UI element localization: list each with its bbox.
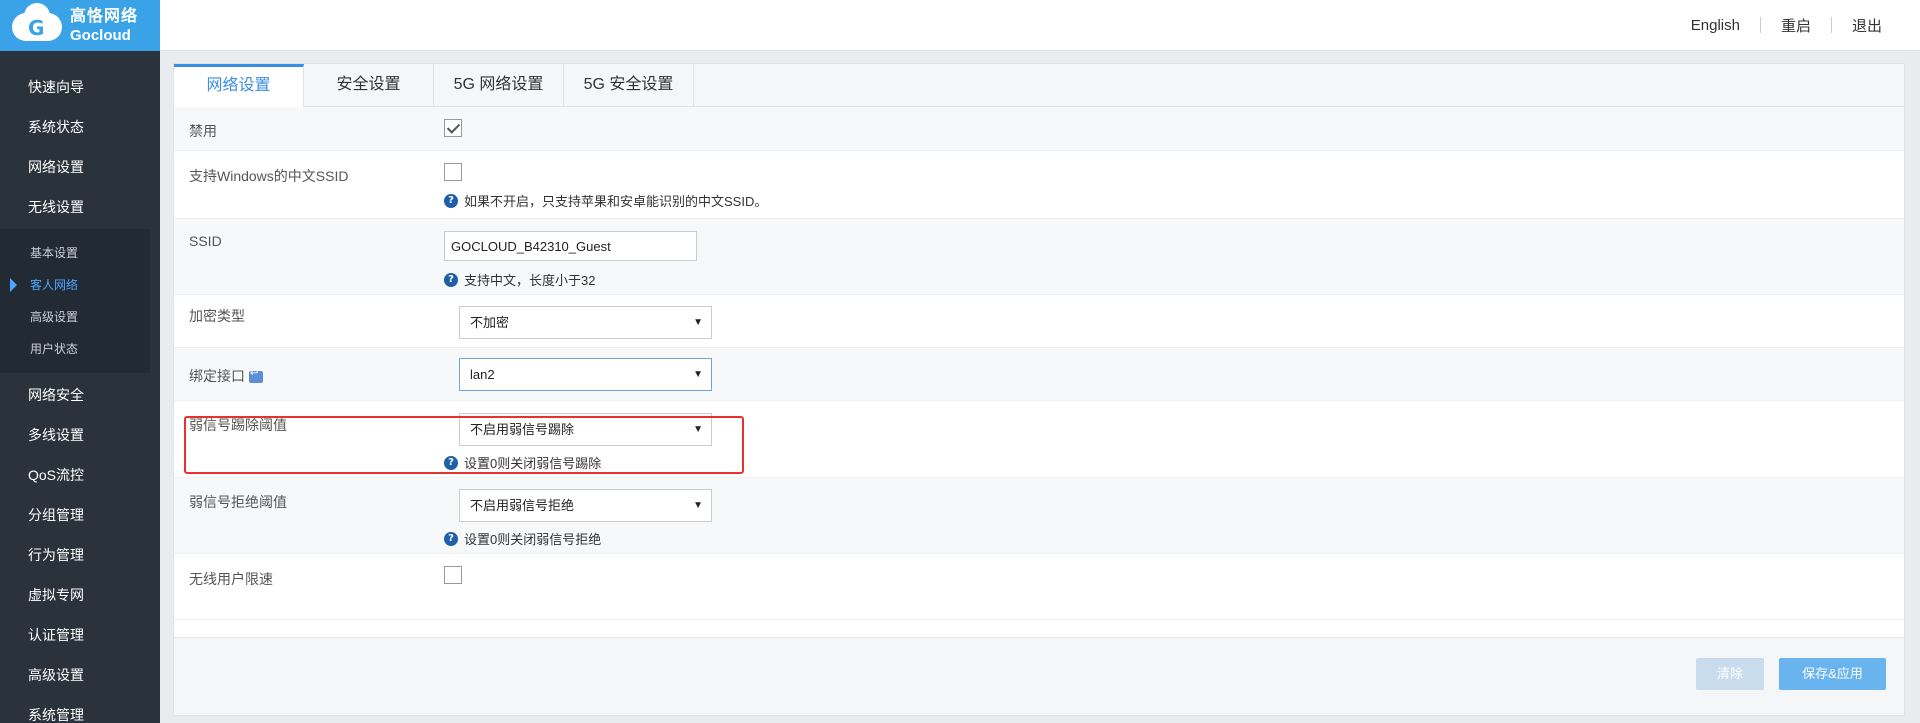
nav-item-quick-wizard[interactable]: 快速向导: [0, 67, 160, 107]
nav-item-auth-management[interactable]: 认证管理: [0, 615, 160, 655]
rate-limit-label: 无线用户限速: [189, 571, 273, 587]
clear-button[interactable]: 清除: [1696, 658, 1764, 690]
nav-item-behavior-management[interactable]: 行为管理: [0, 535, 160, 575]
ssid-input[interactable]: [444, 231, 697, 261]
nav-item-system-management[interactable]: 系统管理: [0, 695, 160, 723]
bind-interface-label-text: 绑定接口: [189, 368, 245, 384]
subnav-item-guest-network[interactable]: 客人网络: [0, 269, 150, 301]
subnav-item-advanced[interactable]: 高级设置: [0, 301, 150, 333]
nav-item-group-management[interactable]: 分组管理: [0, 495, 160, 535]
dropdown-arrow-icon: ▼: [693, 317, 703, 328]
top-bar: English 重启 退出: [160, 0, 1920, 51]
cn-ssid-hint: ? 如果不开启，只支持苹果和安卓能识别的中文SSID。: [444, 191, 767, 210]
encryption-select-value: 不加密: [470, 315, 510, 330]
form-row-bind-interface: 绑定接口 lan2 ▼: [174, 348, 1904, 401]
bind-interface-label: 绑定接口: [189, 366, 263, 386]
bind-interface-select[interactable]: lan2 ▼: [459, 358, 712, 391]
weak-reject-select-value: 不启用弱信号拒绝: [470, 498, 575, 513]
dropdown-arrow-icon: ▼: [693, 369, 703, 380]
form-row-cn-ssid: 支持Windows的中文SSID ? 如果不开启，只支持苹果和安卓能识别的中文S…: [174, 151, 1904, 219]
subnav-item-user-status[interactable]: 用户状态: [0, 333, 150, 365]
tab-network-settings[interactable]: 网络设置: [174, 64, 304, 108]
form-footer: 清除 保存&应用: [174, 637, 1904, 715]
disable-checkbox[interactable]: [444, 119, 462, 137]
nav-item-system-status[interactable]: 系统状态: [0, 107, 160, 147]
ssid-hint: ? 支持中文，长度小于32: [444, 270, 595, 289]
help-icon: ?: [444, 193, 458, 208]
form-row-ssid: SSID ? 支持中文，长度小于32: [174, 219, 1904, 295]
nav-item-multi-wan[interactable]: 多线设置: [0, 415, 160, 455]
ssid-hint-text: 支持中文，长度小于32: [464, 273, 596, 288]
nav-item-qos[interactable]: QoS流控: [0, 455, 160, 495]
cloud-logo-icon: G: [12, 2, 62, 43]
save-apply-button[interactable]: 保存&应用: [1779, 658, 1886, 690]
settings-panel: 网络设置 安全设置 5G 网络设置 5G 安全设置 禁用 支持Windows的中…: [173, 63, 1905, 716]
form-row-weak-reject: 弱信号拒绝阈值 不启用弱信号拒绝 ▼ ? 设置0则关闭弱信号拒绝: [174, 478, 1904, 554]
tab-5g-security-settings[interactable]: 5G 安全设置: [564, 64, 694, 106]
weak-kick-select[interactable]: 不启用弱信号踢除 ▼: [459, 413, 712, 446]
encryption-label: 加密类型: [189, 308, 245, 324]
nav-item-vpn[interactable]: 虚拟专网: [0, 575, 160, 615]
form-row-weak-kick: 弱信号踢除阈值 不启用弱信号踢除 ▼ ? 设置0则关闭弱信号踢除: [174, 401, 1904, 478]
tab-bar: 网络设置 安全设置 5G 网络设置 5G 安全设置: [174, 64, 1904, 108]
weak-kick-hint-text: 设置0则关闭弱信号踢除: [464, 456, 602, 471]
weak-reject-select[interactable]: 不启用弱信号拒绝 ▼: [459, 489, 712, 522]
logout-link[interactable]: 退出: [1832, 15, 1902, 36]
weak-reject-hint: ? 设置0则关闭弱信号拒绝: [444, 529, 601, 548]
weak-reject-hint-text: 设置0则关闭弱信号拒绝: [464, 532, 602, 547]
brand-en: Gocloud: [70, 26, 131, 44]
cn-ssid-label: 支持Windows的中文SSID: [189, 168, 349, 184]
english-link[interactable]: English: [1671, 17, 1760, 34]
encryption-select[interactable]: 不加密 ▼: [459, 306, 712, 339]
dropdown-arrow-icon: ▼: [693, 500, 703, 511]
dropdown-arrow-icon: ▼: [693, 424, 703, 435]
nav-item-network-security[interactable]: 网络安全: [0, 375, 160, 415]
tab-security-settings[interactable]: 安全设置: [304, 64, 434, 106]
nav-item-network-settings[interactable]: 网络设置: [0, 147, 160, 187]
help-icon: ?: [444, 455, 458, 470]
tab-5g-network-settings[interactable]: 5G 网络设置: [434, 64, 564, 106]
nav-item-advanced-settings[interactable]: 高级设置: [0, 655, 160, 695]
weak-reject-label: 弱信号拒绝阈值: [189, 494, 287, 510]
form-row-disable: 禁用: [174, 107, 1904, 151]
wireless-subnav: 基本设置 客人网络 高级设置 用户状态: [0, 229, 150, 373]
link-icon[interactable]: [249, 368, 263, 384]
form-row-rate-limit: 无线用户限速: [174, 554, 1904, 620]
rate-limit-checkbox[interactable]: [444, 566, 462, 584]
weak-kick-select-value: 不启用弱信号踢除: [470, 422, 575, 437]
subnav-item-basic[interactable]: 基本设置: [0, 237, 150, 269]
weak-kick-hint: ? 设置0则关闭弱信号踢除: [444, 453, 601, 472]
sidebar: G 高恪网络 Gocloud 快速向导 系统状态 网络设置 无线设置 基本设置 …: [0, 0, 160, 723]
cn-ssid-hint-text: 如果不开启，只支持苹果和安卓能识别的中文SSID。: [464, 194, 768, 209]
main-nav: 快速向导 系统状态 网络设置 无线设置 基本设置 客人网络 高级设置 用户状态 …: [0, 67, 160, 723]
form-row-encryption: 加密类型 不加密 ▼: [174, 295, 1904, 348]
brand-cn: 高恪网络: [70, 7, 139, 25]
nav-item-wireless-settings[interactable]: 无线设置: [0, 187, 160, 227]
help-icon: ?: [444, 531, 458, 546]
logo[interactable]: G 高恪网络 Gocloud: [0, 0, 160, 51]
reboot-link[interactable]: 重启: [1761, 15, 1831, 36]
bind-interface-select-value: lan2: [470, 367, 495, 382]
weak-kick-label: 弱信号踢除阈值: [189, 417, 287, 433]
ssid-label: SSID: [189, 233, 222, 249]
help-icon: ?: [444, 272, 458, 287]
cn-ssid-checkbox[interactable]: [444, 163, 462, 181]
disable-label: 禁用: [189, 123, 217, 139]
